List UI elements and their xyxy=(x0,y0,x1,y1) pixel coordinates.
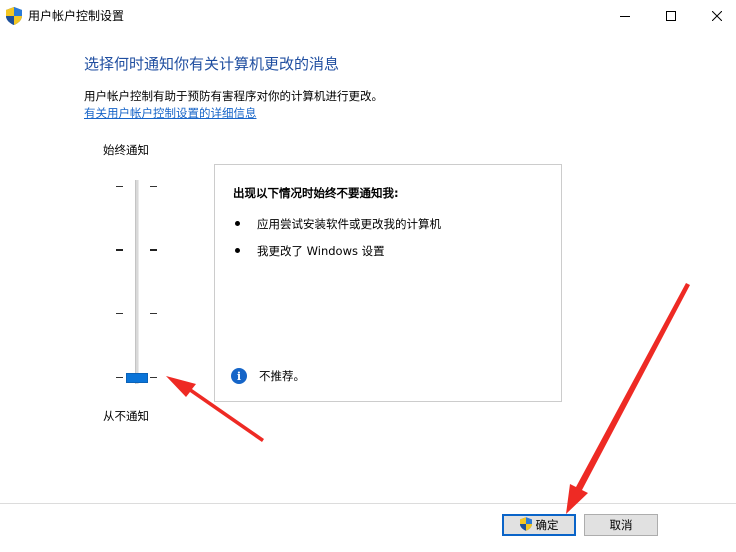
page-description: 用户帐户控制有助于预防有害程序对你的计算机进行更改。 xyxy=(84,89,383,103)
cancel-button[interactable]: 取消 xyxy=(584,514,658,536)
level-description-panel: 出现以下情况时始终不要通知我: 应用尝试安装软件或更改我的计算机 我更改了 Wi… xyxy=(214,164,562,402)
cancel-button-label: 取消 xyxy=(609,518,633,532)
slider-tick-left xyxy=(116,249,123,251)
info-icon: i xyxy=(231,368,247,384)
notification-level-slider[interactable] xyxy=(112,176,162,388)
title-bar: 用户帐户控制设置 xyxy=(0,0,736,32)
panel-title: 出现以下情况时始终不要通知我: xyxy=(233,186,399,200)
slider-track[interactable] xyxy=(135,180,139,384)
close-button[interactable] xyxy=(694,0,736,32)
maximize-icon xyxy=(666,11,676,21)
minimize-icon xyxy=(620,11,630,21)
recommendation-note: i 不推荐。 xyxy=(231,367,305,385)
recommendation-text: 不推荐。 xyxy=(259,369,305,383)
dialog-footer: 确定 取消 xyxy=(0,504,736,552)
page-heading: 选择何时通知你有关计算机更改的消息 xyxy=(84,55,340,73)
slider-tick-left xyxy=(116,313,123,314)
bullet-icon xyxy=(235,248,240,253)
annotation-arrow xyxy=(566,283,690,514)
maximize-button[interactable] xyxy=(648,0,694,32)
slider-tick-right xyxy=(150,377,157,378)
ok-button[interactable]: 确定 xyxy=(502,514,576,536)
list-item: 应用尝试安装软件或更改我的计算机 xyxy=(235,216,441,232)
slider-tick-right xyxy=(150,313,157,314)
uac-shield-icon xyxy=(519,516,536,534)
minimize-button[interactable] xyxy=(602,0,648,32)
ok-button-label: 确定 xyxy=(535,518,559,532)
list-item-text: 应用尝试安装软件或更改我的计算机 xyxy=(257,217,441,231)
uac-details-link[interactable]: 有关用户帐户控制设置的详细信息 xyxy=(84,105,257,121)
window-title: 用户帐户控制设置 xyxy=(28,9,125,23)
slider-tick-left xyxy=(116,377,123,378)
slider-bottom-label: 从不通知 xyxy=(103,409,149,423)
slider-tick-left xyxy=(116,186,123,187)
slider-top-label: 始终通知 xyxy=(103,143,149,157)
uac-settings-window: 用户帐户控制设置 选择何时通知你有关计算机更改的消息 用户帐户控制有助于预防有害… xyxy=(0,0,736,552)
slider-thumb[interactable] xyxy=(126,373,148,383)
bullet-icon xyxy=(235,221,240,226)
uac-shield-icon xyxy=(6,7,22,25)
list-item-text: 我更改了 Windows 设置 xyxy=(257,244,385,258)
slider-tick-right xyxy=(150,186,157,187)
slider-tick-right xyxy=(150,249,157,251)
list-item: 我更改了 Windows 设置 xyxy=(235,243,385,259)
close-icon xyxy=(712,11,722,21)
